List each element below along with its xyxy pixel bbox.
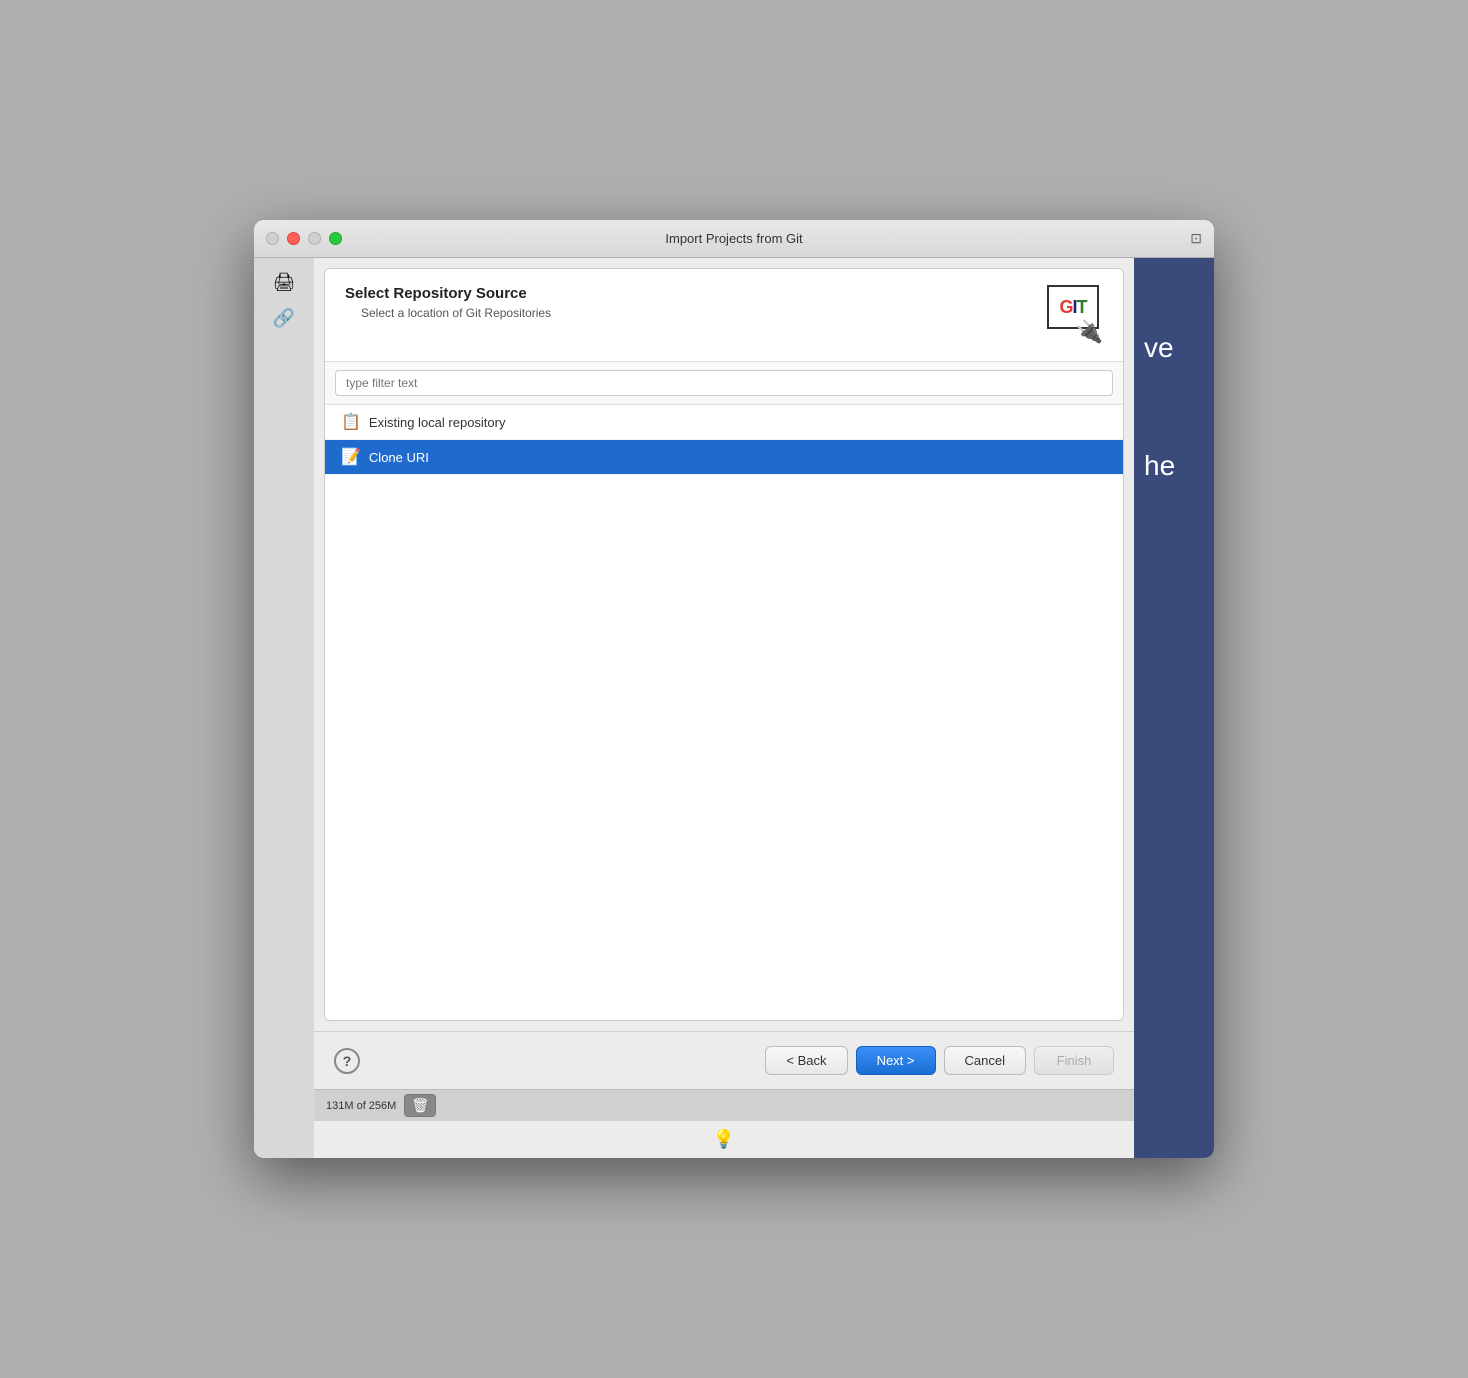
finish-button[interactable]: Finish: [1034, 1046, 1114, 1075]
dialog-title: Select Repository Source: [345, 285, 1039, 302]
clone-uri-label: Clone URI: [369, 450, 429, 465]
footer-right: < Back Next > Cancel Finish: [765, 1046, 1114, 1075]
dialog-footer: ? < Back Next > Cancel Finish: [314, 1031, 1134, 1089]
sidebar-icon-nodes[interactable]: 🔗: [268, 302, 300, 334]
list-item-clone-uri[interactable]: 📝 Clone URI: [325, 440, 1123, 475]
back-button[interactable]: < Back: [765, 1046, 847, 1075]
footer-left: ?: [334, 1048, 360, 1074]
content-area: 🖨 🔗 Select Repository Source Select a lo…: [254, 258, 1214, 1158]
git-letter-t: T: [1077, 297, 1087, 318]
dialog-panel: Select Repository Source Select a locati…: [314, 258, 1134, 1158]
main-window: Import Projects from Git ⊡ 🖨 🔗 Select Re…: [254, 220, 1214, 1158]
trash-button[interactable]: 🗑: [404, 1094, 436, 1117]
dialog-header-text: Select Repository Source Select a locati…: [345, 285, 1039, 320]
right-panel-text: vehe: [1144, 328, 1175, 485]
restore-icon[interactable]: ⊡: [1190, 230, 1202, 247]
lightbulb-icon: 💡: [713, 1129, 735, 1149]
bottom-bar: 💡: [314, 1121, 1134, 1158]
clone-uri-icon: 📝: [341, 447, 361, 467]
window-title: Import Projects from Git: [665, 231, 802, 246]
dialog-box: Select Repository Source Select a locati…: [324, 268, 1124, 1021]
repository-list: 📋 Existing local repository 📝 Clone URI: [325, 405, 1123, 1020]
help-button[interactable]: ?: [334, 1048, 360, 1074]
filter-input[interactable]: [335, 370, 1113, 396]
list-item-existing-local[interactable]: 📋 Existing local repository: [325, 405, 1123, 440]
status-bar: 131M of 256M 🗑: [314, 1089, 1134, 1121]
existing-local-icon: 📋: [341, 412, 361, 432]
traffic-lights: [266, 232, 342, 245]
git-icon: GIT 🔌: [1039, 285, 1103, 349]
sidebar-icon-printer[interactable]: 🖨: [268, 266, 300, 298]
dialog-header: Select Repository Source Select a locati…: [325, 269, 1123, 362]
git-letter-g: G: [1059, 297, 1072, 318]
full-screen-button[interactable]: [329, 232, 342, 245]
maximize-button[interactable]: [308, 232, 321, 245]
close-button[interactable]: [266, 232, 279, 245]
git-connector-icon: 🔌: [1076, 319, 1103, 345]
filter-row: [325, 362, 1123, 405]
title-bar: Import Projects from Git ⊡: [254, 220, 1214, 258]
cancel-button[interactable]: Cancel: [944, 1046, 1026, 1075]
right-panel: vehe: [1134, 258, 1214, 1158]
existing-local-label: Existing local repository: [369, 415, 506, 430]
dialog-subtitle: Select a location of Git Repositories: [361, 306, 1039, 320]
next-button[interactable]: Next >: [856, 1046, 936, 1075]
sidebar: 🖨 🔗: [254, 258, 314, 1158]
memory-usage: 131M of 256M: [326, 1100, 396, 1112]
minimize-button[interactable]: [287, 232, 300, 245]
